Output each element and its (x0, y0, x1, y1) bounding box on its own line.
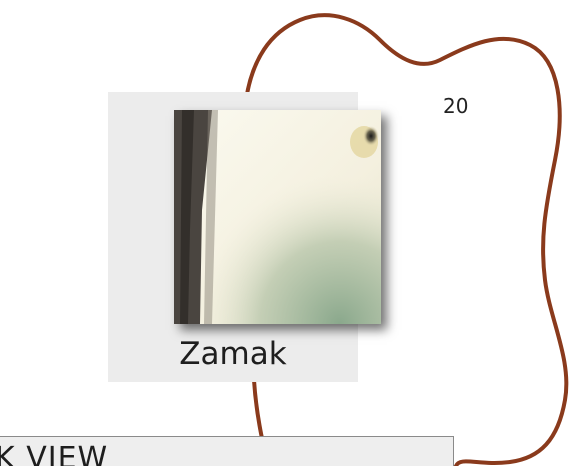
photo-thumbnail-icon (174, 110, 381, 324)
view-toggle-bar[interactable]: K VIEW (0, 436, 454, 466)
tile-caption: Zamak (179, 336, 287, 372)
tile-thumbnail[interactable] (174, 110, 381, 324)
material-tile[interactable]: Zamak (108, 92, 381, 382)
canvas: 20 Zamak K VIEW (0, 0, 579, 466)
view-toggle-label: K VIEW (0, 441, 109, 466)
item-count-badge: 20 (443, 94, 469, 118)
